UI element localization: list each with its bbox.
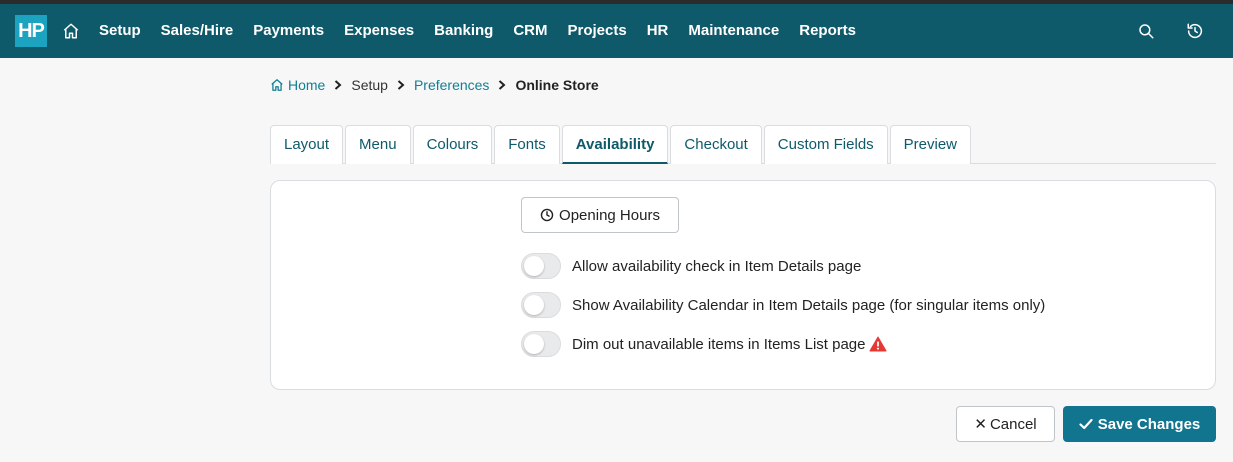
menu-item-payments[interactable]: Payments — [243, 4, 334, 58]
tab-checkout[interactable]: Checkout — [670, 125, 762, 164]
toggle-row-availability-calendar: Show Availability Calendar in Item Detai… — [521, 292, 1045, 318]
tab-menu[interactable]: Menu — [345, 125, 411, 164]
toggle-row-dim-unavailable: Dim out unavailable items in Items List … — [521, 331, 888, 357]
tab-availability[interactable]: Availability — [561, 125, 669, 164]
breadcrumb: Home Setup Preferences Online Store — [270, 76, 599, 94]
home-icon[interactable] — [62, 22, 80, 40]
save-changes-button[interactable]: Save Changes — [1063, 406, 1216, 442]
toggle-knob — [524, 334, 544, 354]
opening-hours-button[interactable]: Opening Hours — [521, 197, 679, 233]
tab-preview[interactable]: Preview — [889, 125, 972, 164]
clock-icon — [540, 208, 554, 222]
settings-tabs: Layout Menu Colours Fonts Availability C… — [270, 125, 1216, 164]
checkmark-icon — [1079, 418, 1093, 430]
menu-item-maintenance[interactable]: Maintenance — [678, 4, 789, 58]
toggle-label: Dim out unavailable items in Items List … — [572, 335, 866, 353]
breadcrumb-setup: Setup — [351, 77, 388, 93]
tab-layout[interactable]: Layout — [270, 125, 344, 164]
breadcrumb-preferences[interactable]: Preferences — [414, 77, 489, 93]
chevron-right-icon — [335, 80, 342, 90]
toggle-label-wrapper: Dim out unavailable items in Items List … — [572, 335, 888, 353]
search-icon[interactable] — [1137, 22, 1155, 40]
opening-hours-label: Opening Hours — [559, 206, 660, 224]
breadcrumb-home-icon — [271, 79, 283, 91]
history-icon[interactable] — [1186, 22, 1204, 40]
menu-item-projects[interactable]: Projects — [558, 4, 637, 58]
breadcrumb-current: Online Store — [515, 77, 599, 93]
main-menu: Setup Sales/Hire Payments Expenses Banki… — [89, 4, 866, 58]
menu-item-hr[interactable]: HR — [637, 4, 679, 58]
app-logo[interactable]: HP — [15, 15, 47, 47]
save-label: Save Changes — [1097, 415, 1201, 433]
toggle-knob — [524, 295, 544, 315]
warning-icon[interactable] — [869, 336, 888, 352]
toggle-row-availability-check: Allow availability check in Item Details… — [521, 253, 861, 279]
cancel-label: Cancel — [989, 415, 1037, 433]
breadcrumb-home[interactable]: Home — [288, 77, 325, 93]
availability-check-toggle[interactable] — [521, 253, 561, 279]
close-icon: ✕ — [974, 416, 987, 433]
chevron-right-icon — [397, 80, 405, 90]
menu-item-sales-hire[interactable]: Sales/Hire — [151, 4, 244, 58]
menu-item-expenses[interactable]: Expenses — [334, 4, 424, 58]
tab-fonts[interactable]: Fonts — [494, 125, 560, 164]
toggle-knob — [524, 256, 544, 276]
menu-item-banking[interactable]: Banking — [424, 4, 503, 58]
cancel-button[interactable]: ✕ Cancel — [956, 406, 1055, 442]
toggle-label: Allow availability check in Item Details… — [572, 257, 862, 275]
menu-item-setup[interactable]: Setup — [89, 4, 151, 58]
chevron-right-icon — [499, 80, 506, 90]
top-navbar: HP Setup Sales/Hire Payments Expenses Ba… — [0, 4, 1233, 58]
tab-colours[interactable]: Colours — [412, 125, 493, 164]
tab-custom-fields[interactable]: Custom Fields — [763, 125, 888, 164]
availability-panel: Opening Hours Allow availability check i… — [270, 180, 1216, 390]
dim-unavailable-toggle[interactable] — [521, 331, 561, 357]
availability-calendar-toggle[interactable] — [521, 292, 561, 318]
menu-item-crm[interactable]: CRM — [503, 4, 557, 58]
toggle-label: Show Availability Calendar in Item Detai… — [572, 296, 1046, 314]
menu-item-reports[interactable]: Reports — [789, 4, 866, 58]
